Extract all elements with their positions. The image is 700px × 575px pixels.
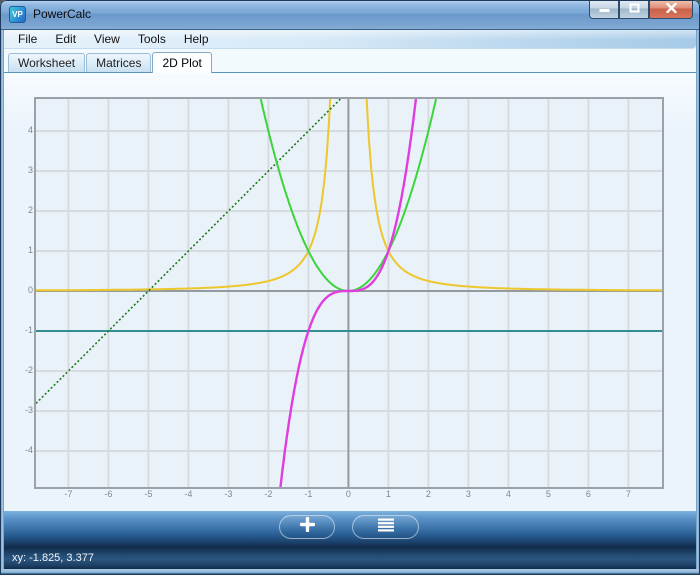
- tab-strip: Worksheet Matrices 2D Plot: [4, 49, 696, 73]
- x-tick-label: -6: [96, 489, 120, 499]
- x-tick-label: 3: [456, 489, 480, 499]
- x-tick-label: 2: [416, 489, 440, 499]
- plus-icon: [300, 517, 315, 537]
- y-tick-label: -4: [6, 445, 33, 455]
- y-tick-label: -1: [6, 325, 33, 335]
- y-tick-label: 2: [6, 205, 33, 215]
- y-tick-label: 4: [6, 125, 33, 135]
- menu-file[interactable]: File: [9, 30, 46, 49]
- close-button[interactable]: [649, 0, 693, 19]
- menu-help[interactable]: Help: [175, 30, 218, 49]
- window-controls: [589, 0, 693, 19]
- maximize-button[interactable]: [619, 0, 649, 19]
- plot-frame: [34, 97, 664, 489]
- x-tick-label: 5: [536, 489, 560, 499]
- tab-worksheet[interactable]: Worksheet: [8, 53, 85, 72]
- window-title: PowerCalc: [33, 0, 91, 30]
- x-tick-label: -1: [296, 489, 320, 499]
- plot-list-button[interactable]: [352, 515, 419, 539]
- plot-svg[interactable]: [36, 99, 662, 487]
- x-tick-label: -2: [256, 489, 280, 499]
- y-tick-label: 1: [6, 245, 33, 255]
- x-axis-labels: -7 -6 -5 -4 -3 -2 -1 0 1 2 3 4 5 6 7: [36, 489, 662, 501]
- x-tick-label: -3: [216, 489, 240, 499]
- y-tick-label: 0: [6, 285, 33, 295]
- window-border-right: [696, 30, 700, 575]
- status-bar: xy: -1.825, 3.377: [4, 547, 696, 569]
- menu-edit[interactable]: Edit: [46, 30, 85, 49]
- x-tick-label: 6: [576, 489, 600, 499]
- x-tick-label: 0: [336, 489, 360, 499]
- list-icon: [377, 518, 395, 537]
- menu-tools[interactable]: Tools: [129, 30, 175, 49]
- x-tick-label: 1: [376, 489, 400, 499]
- window-border-bottom: [0, 569, 700, 575]
- menu-view[interactable]: View: [85, 30, 129, 49]
- x-tick-label: -7: [56, 489, 80, 499]
- x-tick-label: -4: [176, 489, 200, 499]
- close-icon: [666, 0, 677, 18]
- add-plot-button[interactable]: [279, 515, 335, 539]
- y-tick-label: -3: [6, 405, 33, 415]
- window-border-left: [0, 30, 4, 575]
- app-icon: VP: [9, 6, 26, 23]
- x-tick-label: 7: [616, 489, 640, 499]
- y-axis-labels: 4 3 2 1 0 -1 -2 -3 -4: [6, 99, 33, 487]
- app-window: 43210-1-2-3-4 -7-6-5-4-3-2-101234567 x: [0, 0, 700, 575]
- x-tick-label: -5: [136, 489, 160, 499]
- maximize-icon: [629, 0, 640, 18]
- minimize-icon: [599, 0, 610, 18]
- y-tick-label: 3: [6, 165, 33, 175]
- menu-bar: File Edit View Tools Help: [4, 30, 696, 49]
- minimize-button[interactable]: [589, 0, 619, 19]
- cursor-coordinates: xy: -1.825, 3.377: [12, 552, 94, 564]
- tab-2d-plot[interactable]: 2D Plot: [152, 52, 211, 73]
- y-tick-label: -2: [6, 365, 33, 375]
- plot-toolbar: [4, 511, 696, 547]
- tab-matrices[interactable]: Matrices: [86, 53, 151, 72]
- x-tick-label: 4: [496, 489, 520, 499]
